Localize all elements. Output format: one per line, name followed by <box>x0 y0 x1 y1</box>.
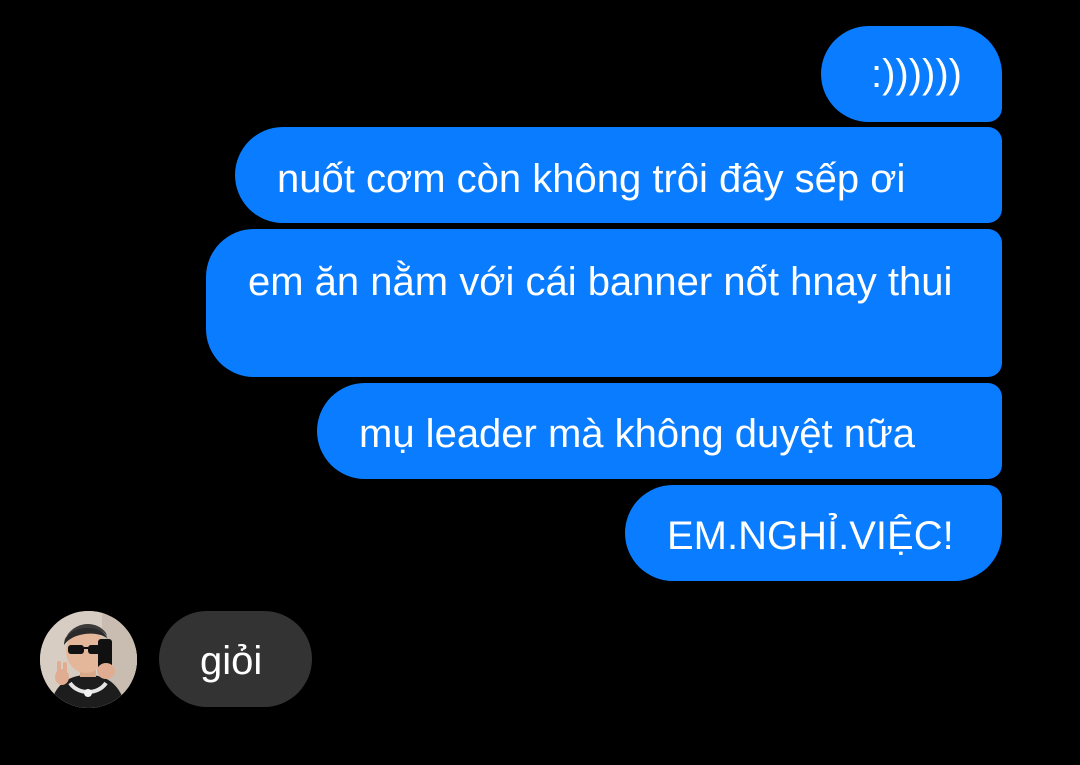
message-thread: :)))))) nuốt cơm còn không trôi đây sếp … <box>0 0 1080 765</box>
sent-message-bubble[interactable]: :)))))) <box>821 26 1002 122</box>
avatar-photo-icon <box>40 611 137 708</box>
message-text: nuốt cơm còn không trôi đây sếp ơi <box>277 157 906 201</box>
message-text: EM.NGHỈ.VIỆC! <box>667 514 954 558</box>
sent-message-bubble[interactable]: nuốt cơm còn không trôi đây sếp ơi <box>235 127 1002 223</box>
message-text: mụ leader mà không duyệt nữa <box>359 412 915 456</box>
sent-message-bubble[interactable]: mụ leader mà không duyệt nữa <box>317 383 1002 479</box>
sent-message-bubble[interactable]: EM.NGHỈ.VIỆC! <box>625 485 1002 581</box>
message-text: giỏi <box>200 639 263 683</box>
received-message-bubble[interactable]: giỏi <box>159 611 312 707</box>
sender-avatar[interactable] <box>40 611 137 708</box>
sent-message-bubble[interactable]: em ăn nằm với cái banner nốt hnay thui <box>206 229 1002 377</box>
message-text: :)))))) <box>870 52 962 96</box>
message-text: em ăn nằm với cái banner nốt hnay thui <box>248 260 953 304</box>
